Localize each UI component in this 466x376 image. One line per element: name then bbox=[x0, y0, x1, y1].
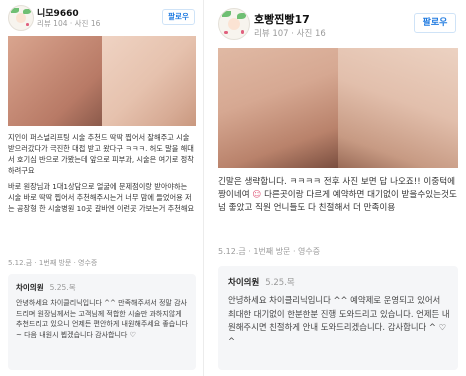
avatar[interactable] bbox=[218, 8, 250, 40]
follow-button[interactable]: 팔로우 bbox=[414, 13, 456, 33]
review-paragraph-1: 지인이 퍼스널리프팅 시술 추천드 딱딱 찝어서 잘해주고 시술 받으러갔다가 … bbox=[8, 133, 194, 175]
smile-emoji-icon: ☺ bbox=[252, 190, 262, 200]
reply-text: 안녕하세요 차이클리닉입니다 ^^ 만족해주셔서 정말 감사드리며 원장님께서는… bbox=[16, 299, 189, 339]
photo-before bbox=[8, 36, 102, 126]
review-photo[interactable] bbox=[8, 36, 196, 126]
owner-reply: 차이의원 5.25.목 안녕하세요 차이클리닉입니다 ^^ 예약제로 운영되고 있… bbox=[218, 266, 458, 370]
reviewer-nickname[interactable]: 호빵찐빵17 bbox=[254, 11, 310, 27]
reply-header: 차이의원 5.25.목 bbox=[16, 282, 76, 293]
review-footer: 5.12.금 · 1번째 방문 · 영수증 bbox=[8, 259, 98, 267]
review-card-left: 니모9660 리뷰 104 · 사진 16 팔로우 지인이 퍼스널리프팅 시술 … bbox=[0, 0, 204, 376]
reply-header: 차이의원 5.25.목 bbox=[228, 276, 295, 288]
reply-author: 차이의원 bbox=[16, 283, 44, 292]
reply-text: 안녕하세요 차이클리닉입니다 ^^ 예약제로 운영되고 있어서 최대한 대기없이… bbox=[228, 295, 450, 346]
review-text: 지인이 퍼스널리프팅 시술 추천드 딱딱 찝어서 잘해주고 시술 받으러갔다가 … bbox=[8, 132, 196, 214]
reply-date: 5.25.목 bbox=[49, 283, 76, 292]
review-footer: 5.12.금 · 1번째 방문 · 영수증 bbox=[218, 247, 321, 256]
review-text: 긴말은 생략합니다. ㅋㅋㅋㅋ 전후 사진 보면 답 나오죠!! 이중턱에 짱이… bbox=[218, 176, 458, 215]
review-paragraph-1: 긴말은 생략합니다. ㅋㅋㅋㅋ 전후 사진 보면 답 나오죠!! 이중턱에 짱이… bbox=[218, 176, 458, 215]
review-photo[interactable] bbox=[218, 48, 458, 168]
photo-before bbox=[218, 48, 338, 168]
reviewer-meta: 리뷰 107 · 사진 16 bbox=[254, 29, 326, 39]
review-paragraph-2: 바로 원장님과 1대1상담으로 얼굴에 문제점이랑 받아야하는 시술 바로 딱딱… bbox=[8, 182, 195, 213]
review-card-right: 호빵찐빵17 리뷰 107 · 사진 16 팔로우 긴말은 생략합니다. ㅋㅋㅋ… bbox=[210, 0, 466, 376]
photo-after bbox=[102, 36, 196, 126]
reply-date: 5.25.목 bbox=[265, 278, 295, 288]
reviewer-meta: 리뷰 104 · 사진 16 bbox=[37, 19, 101, 28]
photo-after bbox=[338, 48, 458, 168]
avatar[interactable] bbox=[8, 5, 34, 31]
reply-author: 차이의원 bbox=[228, 278, 260, 288]
owner-reply: 차이의원 5.25.목 안녕하세요 차이클리닉입니다 ^^ 만족해주셔서 정말 감… bbox=[8, 274, 196, 370]
follow-button[interactable]: 팔로우 bbox=[162, 9, 195, 25]
